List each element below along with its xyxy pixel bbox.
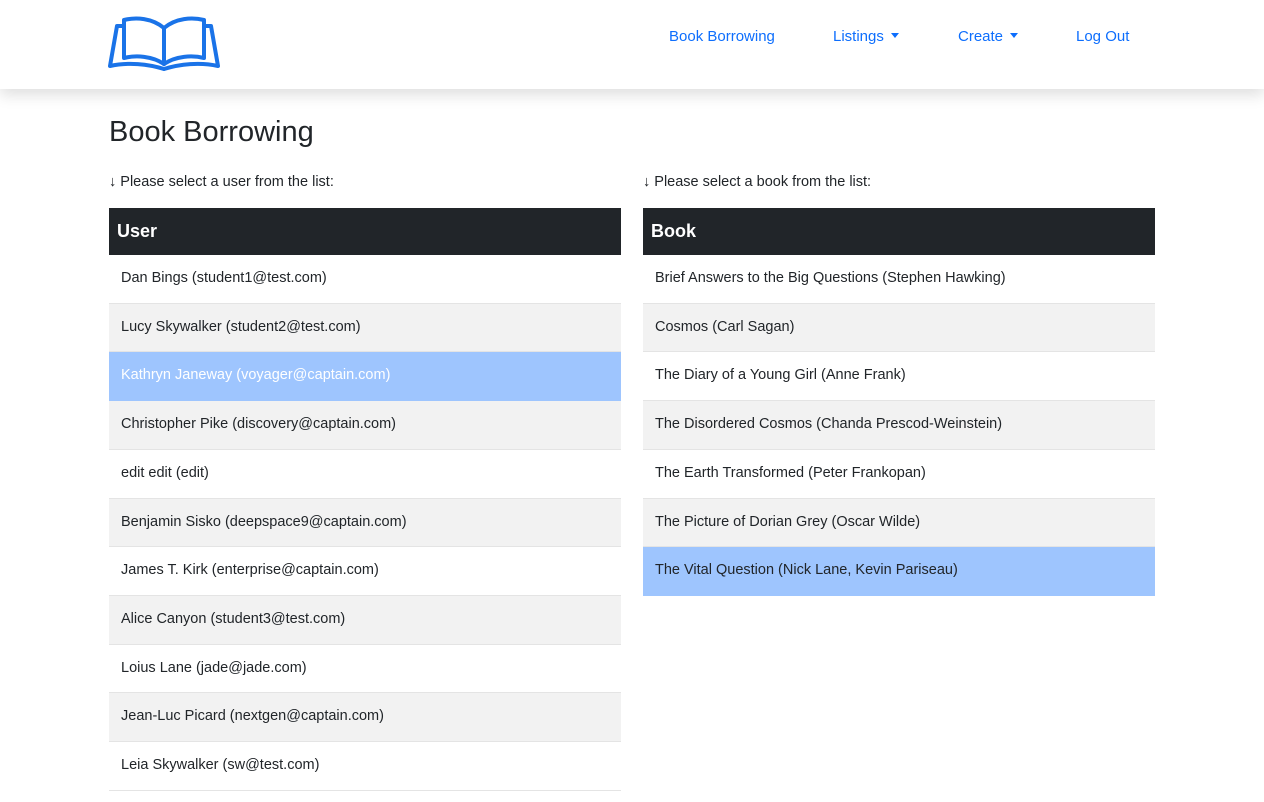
user-row-label[interactable]: Loius Lane (jade@jade.com)	[109, 644, 621, 694]
nav-listings-dropdown[interactable]: Listings	[833, 26, 899, 48]
user-row-label[interactable]: Christopher Pike (discovery@captain.com)	[109, 400, 621, 450]
book-table: Book Brief Answers to the Big Questions …	[643, 208, 1155, 596]
book-logo-icon[interactable]	[108, 14, 220, 72]
user-row-label[interactable]: Dan Bings (student1@test.com)	[109, 255, 621, 304]
book-row-label[interactable]: The Earth Transformed (Peter Frankopan)	[643, 449, 1155, 499]
book-row[interactable]: The Disordered Cosmos (Chanda Prescod-We…	[643, 400, 1155, 450]
user-column-header: User	[109, 208, 621, 255]
user-row-label[interactable]: Lucy Skywalker (student2@test.com)	[109, 303, 621, 353]
user-select-hint: ↓ Please select a user from the list:	[109, 174, 334, 190]
book-select-hint: ↓ Please select a book from the list:	[643, 174, 872, 190]
user-list: Dan Bings (student1@test.com) Lucy Skywal…	[109, 255, 621, 791]
page-title: Book Borrowing	[109, 116, 314, 148]
user-row[interactable]: Lucy Skywalker (student2@test.com)	[109, 303, 621, 353]
nav-create-label: Create	[958, 28, 1004, 45]
user-row-label[interactable]: edit edit (edit)	[109, 449, 621, 499]
user-row-label[interactable]: Jean-Luc Picard (nextgen@captain.com)	[109, 692, 621, 743]
book-row[interactable]: The Diary of a Young Girl (Anne Frank)	[643, 351, 1155, 402]
book-row[interactable]: Brief Answers to the Big Questions (Step…	[643, 255, 1155, 304]
nav-create-dropdown[interactable]: Create	[958, 26, 1019, 48]
book-row[interactable]: The Vital Question (Nick Lane, Kevin Par…	[643, 546, 1155, 596]
book-row-label[interactable]: The Disordered Cosmos (Chanda Prescod-We…	[643, 400, 1155, 450]
user-row[interactable]: Loius Lane (jade@jade.com)	[109, 644, 621, 694]
user-row-label[interactable]: Leia Skywalker (sw@test.com)	[109, 741, 621, 791]
user-row[interactable]: Jean-Luc Picard (nextgen@captain.com)	[109, 692, 621, 743]
user-row[interactable]: Alice Canyon (student3@test.com)	[109, 595, 621, 645]
book-row-label[interactable]: Brief Answers to the Big Questions (Step…	[643, 255, 1155, 304]
book-row[interactable]: The Earth Transformed (Peter Frankopan)	[643, 449, 1155, 499]
book-list: Brief Answers to the Big Questions (Step…	[643, 255, 1155, 596]
nav-listings-label: Listings	[833, 28, 884, 45]
book-row-label[interactable]: The Vital Question (Nick Lane, Kevin Par…	[643, 546, 1155, 596]
user-row[interactable]: Dan Bings (student1@test.com)	[109, 255, 621, 304]
chevron-down-icon	[890, 33, 899, 38]
book-column-header: Book	[643, 208, 1155, 255]
nav-book-borrowing-link[interactable]: Book Borrowing	[669, 26, 775, 48]
user-row[interactable]: Benjamin Sisko (deepspace9@captain.com)	[109, 498, 621, 548]
user-row[interactable]: Christopher Pike (discovery@captain.com)	[109, 400, 621, 450]
user-table: User Dan Bings (student1@test.com) Lucy S…	[109, 208, 621, 791]
book-row[interactable]: The Picture of Dorian Grey (Oscar Wilde)	[643, 498, 1155, 548]
user-row-label[interactable]: Kathryn Janeway (voyager@captain.com)	[109, 351, 621, 402]
user-row-label[interactable]: Alice Canyon (student3@test.com)	[109, 595, 621, 645]
user-row-label[interactable]: Benjamin Sisko (deepspace9@captain.com)	[109, 498, 621, 548]
user-row[interactable]: edit edit (edit)	[109, 449, 621, 499]
chevron-down-icon	[1010, 33, 1019, 38]
user-row[interactable]: Kathryn Janeway (voyager@captain.com)	[109, 351, 621, 402]
user-row-label[interactable]: James T. Kirk (enterprise@captain.com)	[109, 546, 621, 596]
nav-log-out-link[interactable]: Log Out	[1076, 26, 1129, 48]
book-row-label[interactable]: The Diary of a Young Girl (Anne Frank)	[643, 351, 1155, 402]
book-row[interactable]: Cosmos (Carl Sagan)	[643, 303, 1155, 353]
navbar: Book Borrowing Listings Create Log Out	[0, 0, 1264, 89]
book-row-label[interactable]: Cosmos (Carl Sagan)	[643, 303, 1155, 353]
user-row[interactable]: Leia Skywalker (sw@test.com)	[109, 741, 621, 791]
book-row-label[interactable]: The Picture of Dorian Grey (Oscar Wilde)	[643, 498, 1155, 548]
user-row[interactable]: James T. Kirk (enterprise@captain.com)	[109, 546, 621, 596]
